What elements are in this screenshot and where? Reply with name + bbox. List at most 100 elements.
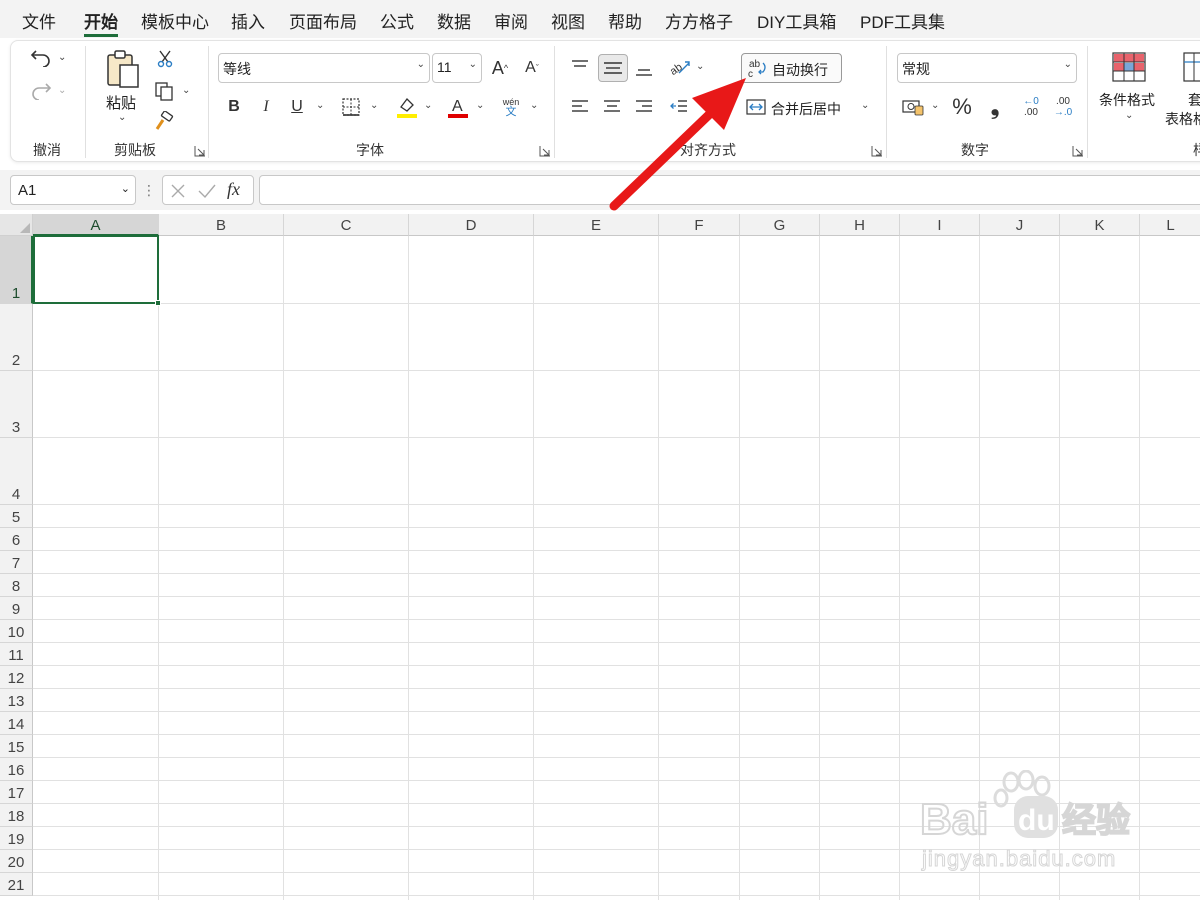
row-header-13[interactable]: 13 [0,689,33,712]
borders-dropdown-chevron-icon[interactable]: ⌄ [370,100,378,111]
underline-icon[interactable]: U [287,96,307,118]
column-header-e[interactable]: E [534,214,659,236]
font-dialog-launcher-icon[interactable] [539,145,551,157]
row-header-21[interactable]: 21 [0,873,33,896]
alignment-dialog-launcher-icon[interactable] [871,145,883,157]
phonetic-guide-icon[interactable]: wén 文 [499,94,523,120]
row-header-15[interactable]: 15 [0,735,33,758]
name-box[interactable]: A1 ⌄ [10,175,136,205]
column-header-g[interactable]: G [740,214,820,236]
tab-help[interactable]: 帮助 [608,8,642,33]
select-all-corner[interactable] [0,214,33,236]
italic-icon[interactable]: I [256,96,276,118]
copy-dropdown-chevron-icon[interactable]: ⌄ [182,85,190,96]
fill-color-icon[interactable] [395,94,419,120]
row-header-10[interactable]: 10 [0,620,33,643]
tab-data[interactable]: 数据 [437,8,471,33]
column-header-j[interactable]: J [980,214,1060,236]
row-header-16[interactable]: 16 [0,758,33,781]
undo-dropdown-chevron-icon[interactable]: ⌄ [58,52,66,63]
row-header-9[interactable]: 9 [0,597,33,620]
format-as-table-icon[interactable] [1182,50,1200,84]
row-header-20[interactable]: 20 [0,850,33,873]
percent-style-icon[interactable]: % [950,94,974,120]
copy-icon[interactable] [153,80,175,102]
paste-icon[interactable] [104,48,142,90]
row-header-14[interactable]: 14 [0,712,33,735]
tab-file[interactable]: 文件 [22,8,56,33]
conditional-formatting-label[interactable]: 条件格式 [1099,90,1155,110]
active-cell[interactable] [33,235,159,304]
font-name-select[interactable]: 等线 ⌄ [218,53,430,83]
merge-dropdown-chevron-icon[interactable]: ⌄ [861,100,869,111]
row-header-11[interactable]: 11 [0,643,33,666]
row-header-7[interactable]: 7 [0,551,33,574]
orientation-icon[interactable]: ab [668,56,692,78]
more-options-icon[interactable]: ⋮ [142,180,156,200]
clipboard-dialog-launcher-icon[interactable] [194,145,206,157]
tab-page-layout[interactable]: 页面布局 [289,8,357,33]
tab-fangfang[interactable]: 方方格子 [665,8,733,33]
decrease-indent-icon[interactable] [668,96,690,118]
tab-formulas[interactable]: 公式 [380,8,414,33]
align-bottom-icon[interactable] [633,58,655,80]
format-as-table-label[interactable]: 表格格 [1165,109,1200,129]
increase-font-size-icon[interactable]: A ^ [487,56,513,80]
column-header-c[interactable]: C [284,214,409,236]
number-dialog-launcher-icon[interactable] [1072,145,1084,157]
tab-insert[interactable]: 插入 [231,8,265,33]
borders-icon[interactable] [340,96,362,118]
row-header-19[interactable]: 19 [0,827,33,850]
column-header-b[interactable]: B [159,214,284,236]
row-header-6[interactable]: 6 [0,528,33,551]
accounting-dropdown-chevron-icon[interactable]: ⌄ [931,100,939,111]
orientation-dropdown-chevron-icon[interactable]: ⌄ [696,61,704,72]
conditional-formatting-icon[interactable] [1110,50,1148,84]
row-header-12[interactable]: 12 [0,666,33,689]
tab-review[interactable]: 审阅 [494,8,528,33]
tab-diy-toolbox[interactable]: DIY工具箱 [757,8,836,33]
row-header-17[interactable]: 17 [0,781,33,804]
column-header-d[interactable]: D [409,214,534,236]
column-header-k[interactable]: K [1060,214,1140,236]
column-header-f[interactable]: F [659,214,740,236]
wrap-text-button[interactable]: ab c 自动换行 [741,53,842,83]
align-right-icon[interactable] [633,96,655,118]
format-painter-icon[interactable] [153,110,175,132]
format-as-table-label-top[interactable]: 套 [1188,90,1200,110]
fill-color-dropdown-chevron-icon[interactable]: ⌄ [424,100,432,111]
tab-view[interactable]: 视图 [551,8,585,33]
align-middle-button[interactable] [598,54,628,82]
paste-label[interactable]: 粘贴 [106,92,136,113]
cut-icon[interactable] [155,49,175,69]
underline-dropdown-chevron-icon[interactable]: ⌄ [316,100,324,111]
row-header-2[interactable]: 2 [0,304,33,371]
merge-center-icon[interactable] [745,96,767,118]
row-header-18[interactable]: 18 [0,804,33,827]
insert-function-icon[interactable]: fx [227,179,240,200]
phonetic-dropdown-chevron-icon[interactable]: ⌄ [530,100,538,111]
decrease-font-size-icon[interactable]: Aˇ [519,56,545,80]
row-header-5[interactable]: 5 [0,505,33,528]
font-size-select[interactable]: 11 ⌄ [432,53,482,83]
tab-home[interactable]: 开始 [84,8,118,33]
number-format-select[interactable]: 常规 ⌄ [897,53,1077,83]
row-header-1[interactable]: 1 [0,236,33,304]
row-header-4[interactable]: 4 [0,438,33,505]
undo-icon[interactable] [28,46,54,68]
paste-dropdown-chevron-icon[interactable]: ⌄ [118,112,126,123]
merge-center-label[interactable]: 合并后居中 [771,99,841,119]
row-header-3[interactable]: 3 [0,371,33,438]
align-left-icon[interactable] [569,96,591,118]
fill-handle[interactable] [155,300,161,306]
accounting-format-icon[interactable] [901,96,925,118]
bold-icon[interactable]: B [224,96,244,118]
decrease-decimal-icon[interactable]: .00 →.0 [1050,94,1076,120]
align-center-icon[interactable] [601,96,623,118]
font-color-icon[interactable]: A [446,94,470,120]
column-header-l[interactable]: L [1140,214,1200,236]
redo-icon[interactable] [28,79,54,101]
column-header-i[interactable]: I [900,214,980,236]
increase-decimal-icon[interactable]: ←0 .00 [1018,94,1044,120]
column-header-h[interactable]: H [820,214,900,236]
